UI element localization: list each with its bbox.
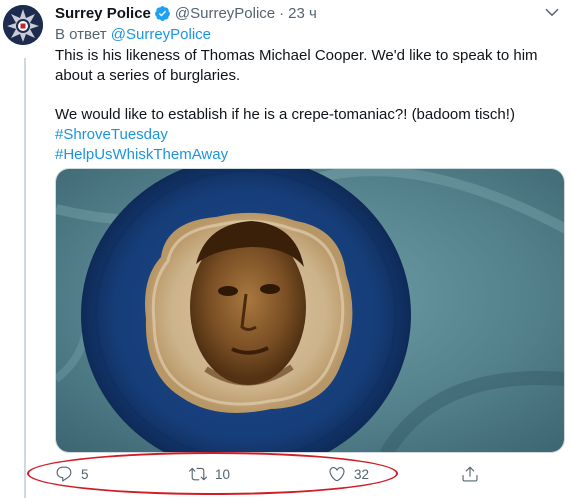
chevron-down-icon[interactable] bbox=[543, 3, 561, 21]
avatar[interactable] bbox=[3, 5, 43, 45]
separator-dot: · bbox=[279, 4, 285, 22]
tweet-line-1: This is his likeness of Thomas Michael C… bbox=[55, 47, 538, 64]
tweet-text: This is his likeness of Thomas Michael C… bbox=[55, 46, 560, 164]
hashtag-link[interactable]: #HelpUsWhiskThemAway bbox=[55, 145, 560, 165]
account-name[interactable]: Surrey Police bbox=[55, 5, 151, 22]
surrey-police-badge-icon bbox=[3, 5, 43, 45]
thread-line bbox=[24, 58, 26, 498]
share-button[interactable] bbox=[461, 462, 479, 486]
hashtag-link[interactable]: #ShroveTuesday bbox=[55, 125, 560, 145]
reply-context: В ответ @SurreyPolice bbox=[55, 26, 211, 43]
tweet-photo[interactable] bbox=[55, 168, 565, 453]
highlight-ring-annotation bbox=[27, 452, 398, 495]
tweet-line-3: We would like to establish if he is a cr… bbox=[55, 106, 515, 124]
pancake-face-photo bbox=[56, 169, 564, 452]
account-handle[interactable]: @SurreyPolice bbox=[175, 5, 275, 22]
reply-prefix: В ответ bbox=[55, 26, 107, 43]
share-icon bbox=[462, 466, 478, 482]
verified-badge-icon bbox=[154, 5, 171, 22]
tweet-header: Surrey Police @SurreyPolice · 23 ч bbox=[55, 3, 317, 23]
tweet-line-2: about a series of burglaries. bbox=[55, 66, 241, 84]
reply-mention-link[interactable]: @SurreyPolice bbox=[111, 26, 211, 43]
timestamp[interactable]: 23 ч bbox=[288, 5, 317, 22]
